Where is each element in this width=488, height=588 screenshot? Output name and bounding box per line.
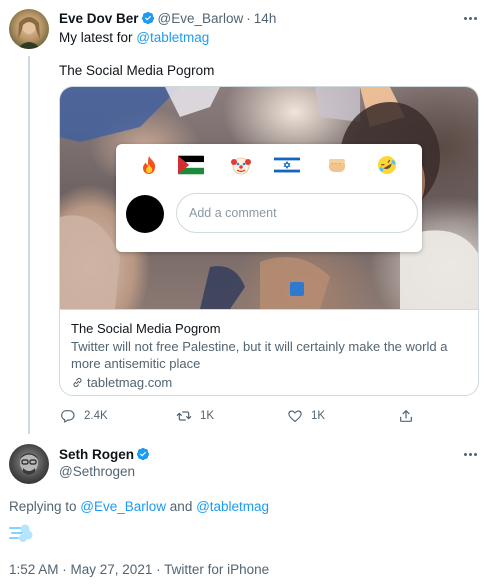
replying-prefix: Replying to	[9, 499, 81, 514]
avatar-seth-portrait	[20, 453, 38, 475]
replying-and: and	[166, 499, 197, 514]
heart-icon	[288, 410, 302, 422]
tweet1-header: Eve Dov Ber @Eve_Barlow · 14h	[59, 10, 276, 28]
card-domain-text: tabletmag.com	[87, 375, 173, 390]
fire-icon[interactable]	[136, 154, 162, 176]
verified-badge-icon	[141, 11, 154, 25]
card-divider	[60, 309, 478, 310]
tweet-footer[interactable]: 1:52 AM · May 27, 2021 · Twitter for iPh…	[9, 561, 269, 579]
card-description: Twitter will not free Palestine, but it …	[71, 339, 448, 371]
author-name[interactable]: Seth Rogen	[59, 447, 134, 462]
separator: ·	[246, 11, 251, 26]
retweet-icon	[176, 411, 192, 421]
replying-user-1[interactable]: @Eve_Barlow	[80, 499, 166, 514]
card-domain: tabletmag.com	[71, 374, 471, 391]
israel-flag-icon[interactable]	[274, 154, 300, 176]
thread-line	[28, 56, 30, 434]
reply-icon	[61, 410, 75, 423]
avatar-eve[interactable]	[9, 9, 49, 49]
clown-icon[interactable]	[228, 154, 254, 176]
verified-badge-icon	[136, 447, 150, 461]
mention-link[interactable]: @tabletmag	[136, 30, 209, 45]
author-handle[interactable]: @Sethrogen	[59, 463, 135, 481]
share-button[interactable]	[398, 406, 414, 426]
avatar-seth[interactable]	[9, 444, 49, 484]
link-card[interactable]: Add a comment The Social Media Pogrom Tw…	[59, 86, 479, 396]
fist-icon[interactable]	[324, 154, 350, 176]
card-title: The Social Media Pogrom	[71, 321, 221, 336]
like-button[interactable]: 1K	[287, 406, 325, 426]
tweet1-text: My latest for @tabletmag	[59, 29, 209, 47]
replying-to: Replying to @Eve_Barlow and @tabletmag	[9, 498, 269, 516]
reaction-overlay: Add a comment	[116, 144, 422, 252]
comment-input[interactable]: Add a comment	[176, 193, 418, 233]
author-handle[interactable]: @Eve_Barlow	[158, 11, 244, 26]
tweet-headline: The Social Media Pogrom	[59, 63, 215, 78]
tweet-time[interactable]: 14h	[254, 11, 277, 26]
share-icon	[400, 410, 412, 422]
replying-user-2[interactable]: @tabletmag	[196, 499, 269, 514]
card-image: Add a comment	[60, 87, 478, 309]
link-icon	[73, 377, 82, 388]
more-options-icon[interactable]	[462, 449, 478, 459]
card-meta: The Social Media Pogrom Twitter will not…	[71, 320, 471, 391]
more-options-icon[interactable]	[462, 13, 478, 23]
rofl-icon[interactable]	[374, 154, 400, 176]
avatar-eve-portrait	[17, 17, 41, 49]
retweet-button[interactable]: 1K	[176, 406, 214, 426]
author-name[interactable]: Eve Dov Ber	[59, 11, 139, 26]
dashing-away-icon	[9, 523, 33, 545]
comment-avatar	[126, 195, 164, 233]
like-count: 1K	[311, 410, 326, 422]
reply-button[interactable]: 2.4K	[60, 406, 108, 426]
palestine-flag-icon[interactable]	[178, 154, 204, 176]
tweet-text-prefix: My latest for	[59, 30, 137, 45]
reply-count: 2.4K	[84, 410, 108, 422]
tweet2-header: Seth Rogen	[59, 446, 153, 464]
retweet-count: 1K	[200, 410, 215, 422]
